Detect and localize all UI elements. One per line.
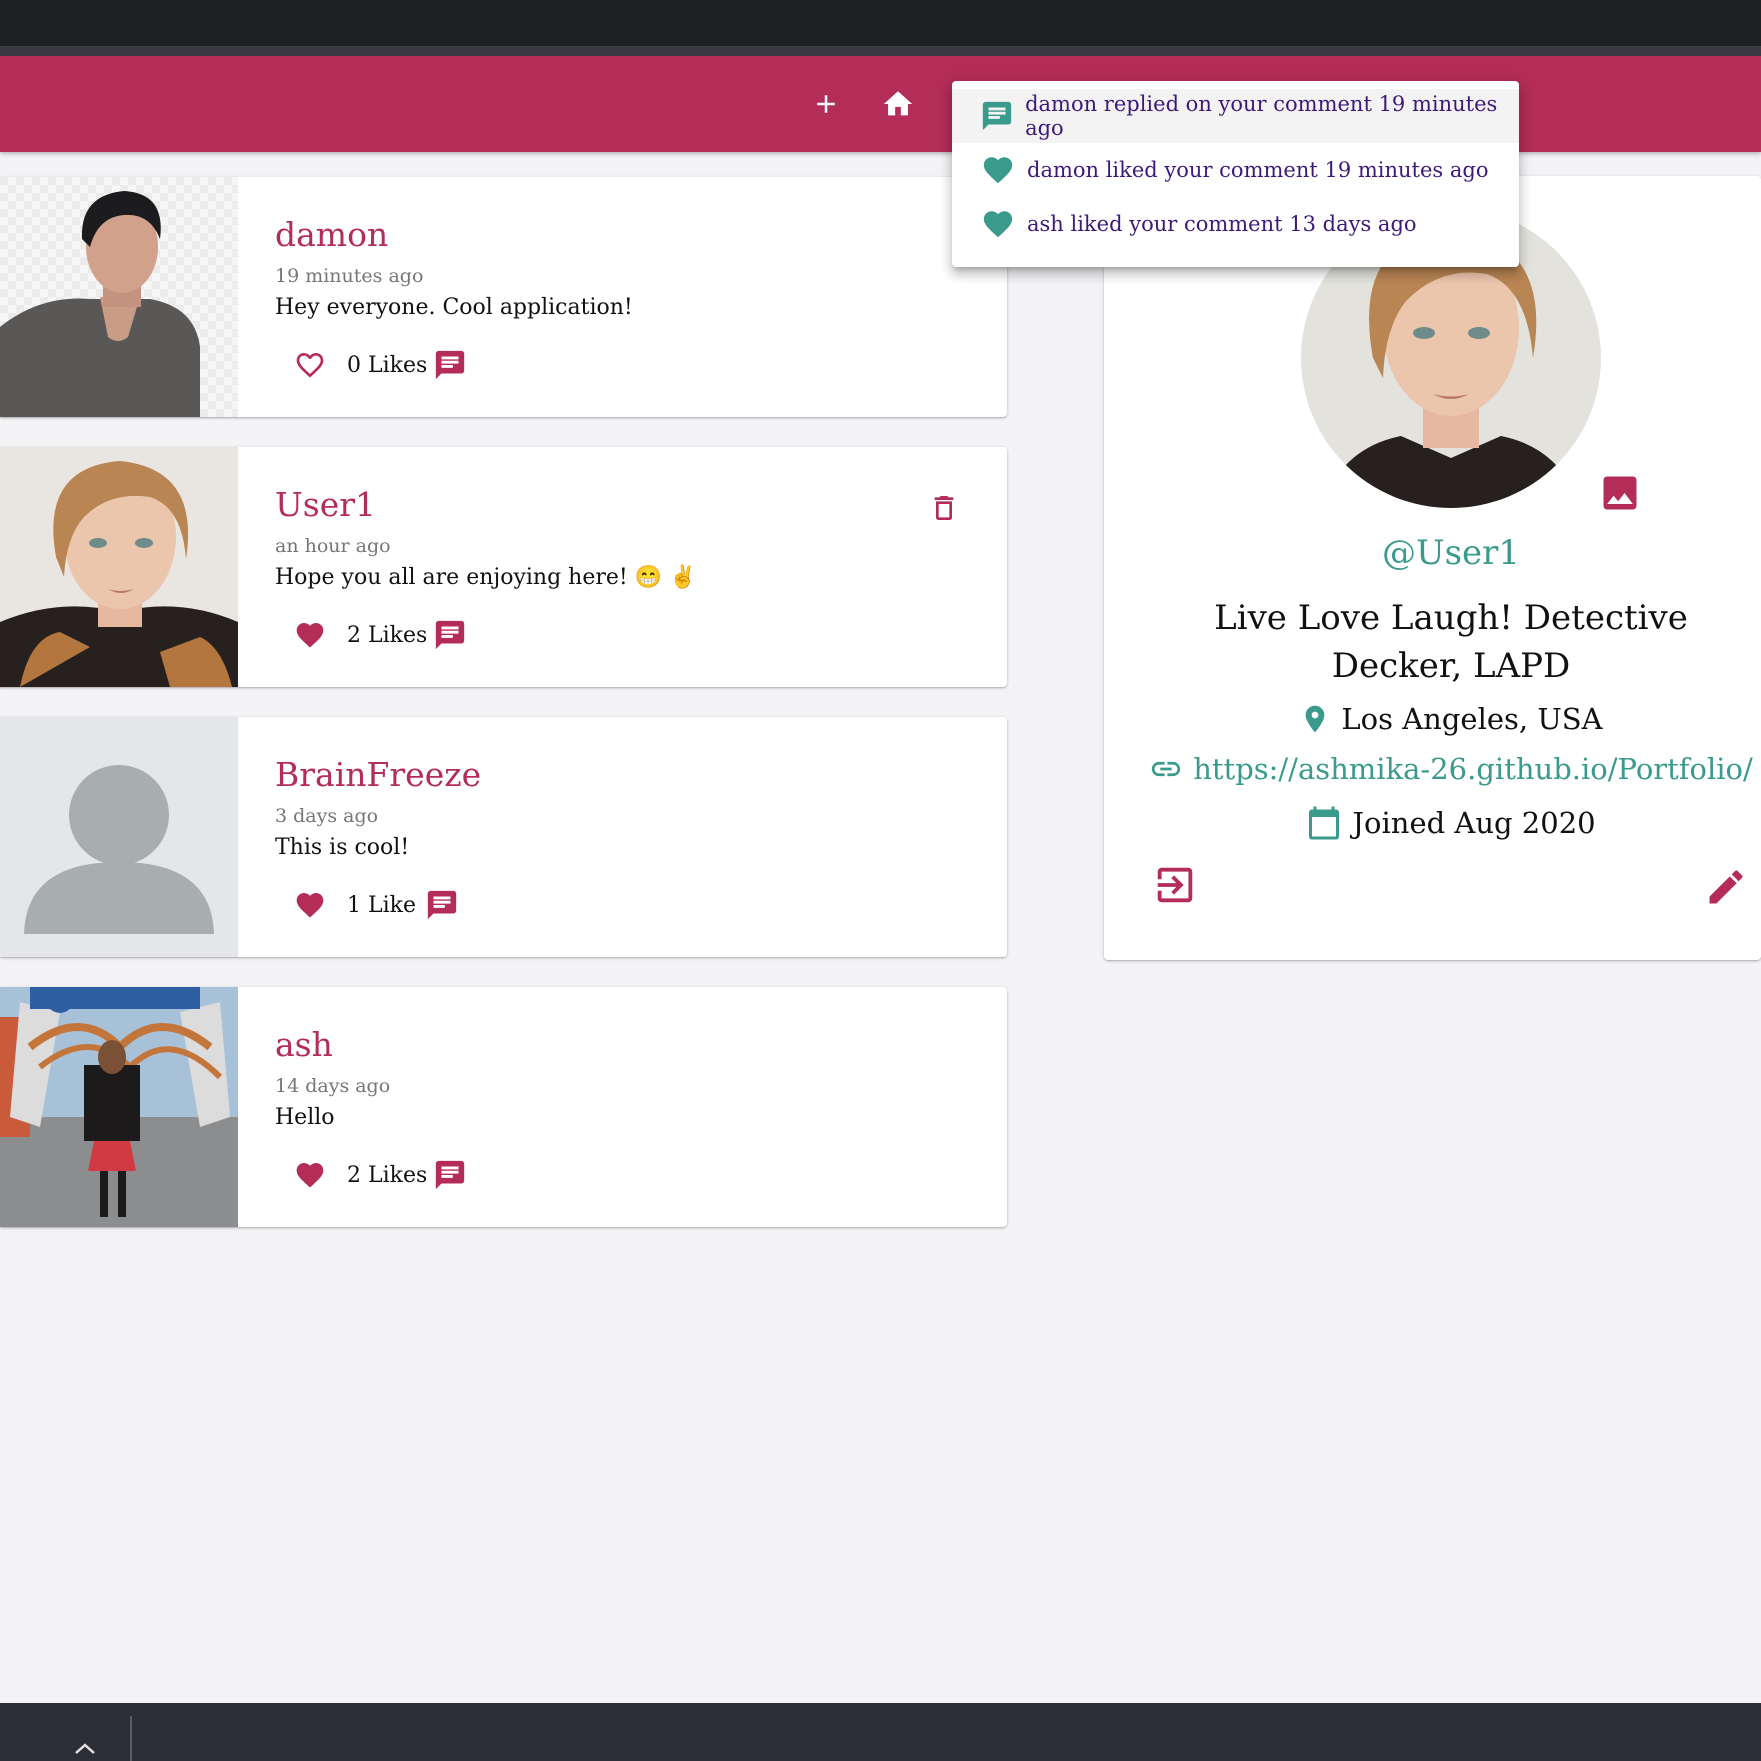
logout-icon [1157, 867, 1193, 903]
change-photo-button[interactable] [1596, 469, 1644, 517]
link-icon [1152, 761, 1181, 777]
like-count: 1 Like [347, 893, 416, 918]
comment-icon [435, 620, 465, 650]
edit-profile-button[interactable] [1701, 862, 1751, 912]
post-timestamp: an hour ago [275, 535, 391, 557]
delete-post-button[interactable] [924, 488, 964, 528]
chevron-up-icon [75, 1743, 95, 1754]
logout-button[interactable] [1150, 860, 1200, 910]
user-photo [0, 177, 238, 417]
image-icon [1603, 476, 1637, 510]
post-avatar-ash[interactable] [0, 987, 238, 1227]
comment-button[interactable] [422, 885, 462, 925]
heart-icon [296, 1163, 324, 1188]
top-chrome-divider [0, 46, 1761, 56]
user-photo [0, 987, 238, 1227]
bottom-taskbar [0, 1703, 1761, 1761]
user-photo [0, 447, 238, 687]
post-body: This is cool! [275, 835, 410, 860]
like-count: 0 Likes [347, 353, 428, 378]
post-username[interactable]: ash [275, 1025, 333, 1064]
like-count: 2 Likes [347, 1163, 428, 1188]
post-avatar-user1[interactable] [0, 447, 238, 687]
default-avatar-icon [0, 717, 238, 957]
post-card-user1: User1 an hour ago Hope you all are enjoy… [0, 447, 1007, 687]
post-card-ash: ash 14 days ago Hello 2 Likes [0, 987, 1007, 1227]
notifications-menu: damon replied on your comment 19 minutes… [952, 81, 1519, 267]
notification-text: damon liked your comment 19 minutes ago [1027, 158, 1489, 182]
heart-icon [983, 157, 1013, 184]
calendar-icon [1309, 806, 1340, 840]
comment-icon [435, 350, 465, 380]
post-card-damon: damon 19 minutes ago Hey everyone. Cool … [0, 177, 1007, 417]
like-button[interactable] [290, 615, 330, 655]
like-count: 2 Likes [347, 623, 428, 648]
pencil-icon [1709, 870, 1743, 904]
post-body: Hey everyone. Cool application! [275, 295, 633, 320]
post-avatar-damon[interactable] [0, 177, 238, 417]
comment-icon [435, 1160, 465, 1190]
heart-outline-icon [296, 353, 324, 378]
post-username[interactable]: BrainFreeze [275, 755, 481, 794]
profile-handle[interactable]: @User1 [1104, 533, 1761, 573]
like-button[interactable] [290, 1155, 330, 1195]
post-timestamp: 3 days ago [275, 805, 379, 827]
website-link[interactable]: https://ashmika-26.github.io/Portfolio/ [1193, 752, 1753, 786]
taskbar-divider [130, 1716, 132, 1761]
like-button[interactable] [290, 885, 330, 925]
comment-button[interactable] [430, 615, 470, 655]
notification-item[interactable]: damon liked your comment 19 minutes ago [952, 143, 1519, 197]
post-username[interactable]: damon [275, 215, 388, 254]
notification-item[interactable]: ash liked your comment 13 days ago [952, 197, 1519, 251]
notification-text: damon replied on your comment 19 minutes… [1025, 92, 1498, 140]
heart-icon [296, 623, 324, 648]
profile-bio: Live Love Laugh! Detective Decker, LAPD [1214, 598, 1688, 686]
notification-item[interactable]: damon replied on your comment 19 minutes… [952, 89, 1519, 143]
chat-icon [982, 101, 1012, 131]
post-body: Hope you all are enjoying here! 😁 ✌️ [275, 565, 697, 590]
profile-location: Los Angeles, USA [1104, 702, 1761, 736]
location-text: Los Angeles, USA [1341, 702, 1603, 736]
post-card-brainfreeze: BrainFreeze 3 days ago This is cool! 1 L… [0, 717, 1007, 957]
post-username[interactable]: User1 [275, 485, 376, 524]
notification-text: ash liked your comment 13 days ago [1027, 212, 1417, 236]
add-post-button[interactable] [796, 56, 856, 152]
post-timestamp: 14 days ago [275, 1075, 391, 1097]
profile-joined: Joined Aug 2020 [1104, 805, 1761, 841]
profile-card: @User1 Live Love Laugh! Detective Decker… [1104, 176, 1761, 960]
comment-icon [427, 890, 457, 920]
post-timestamp: 19 minutes ago [275, 265, 424, 287]
post-body: Hello [275, 1105, 335, 1130]
heart-icon [296, 893, 324, 918]
location-pin-icon [1306, 705, 1325, 733]
like-button[interactable] [290, 345, 330, 385]
joined-text: Joined Aug 2020 [1352, 806, 1596, 840]
profile-website[interactable]: https://ashmika-26.github.io/Portfolio/ [1104, 752, 1761, 786]
trash-icon [934, 496, 954, 520]
comment-button[interactable] [430, 1155, 470, 1195]
heart-icon [983, 211, 1013, 238]
expand-button[interactable] [72, 1738, 98, 1758]
comment-button[interactable] [430, 345, 470, 385]
post-avatar-brainfreeze[interactable] [0, 717, 238, 957]
add-icon [817, 95, 835, 113]
home-icon [883, 91, 913, 116]
home-button[interactable] [868, 56, 928, 152]
